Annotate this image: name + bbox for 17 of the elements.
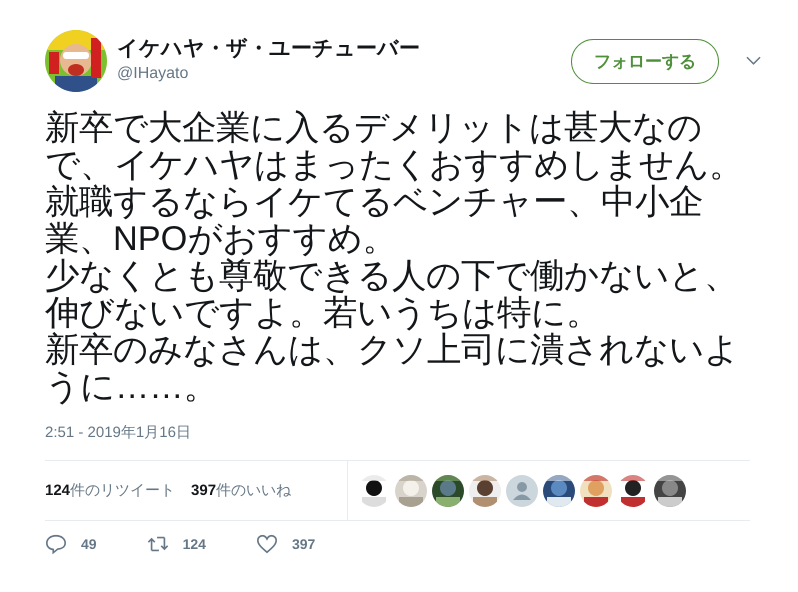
reply-icon[interactable] bbox=[45, 533, 67, 555]
default-avatar-icon[interactable] bbox=[506, 474, 538, 506]
username[interactable]: @IHayato bbox=[117, 62, 188, 86]
chevron-down-icon[interactable] bbox=[746, 56, 761, 66]
heart-icon[interactable] bbox=[256, 533, 278, 555]
stat-link[interactable]: 397件のいいね bbox=[191, 481, 292, 500]
follow-button[interactable]: フォローする bbox=[571, 38, 719, 84]
tweet-text: 新卒で大企業に入るデメリットは甚大なので、イケハヤはまったくおすすめしません。 bbox=[45, 110, 744, 184]
action-count: 49 bbox=[81, 536, 97, 552]
display-name[interactable]: イケハヤ・ザ・ユーチューバー bbox=[117, 36, 420, 62]
timestamp[interactable]: 2:51 - 2019年1月16日 bbox=[45, 423, 191, 443]
tweet-text: 就職するならイケてるベンチャー、中小企業、NPOがおすすめ。 bbox=[45, 184, 704, 258]
action-count: 397 bbox=[292, 536, 316, 552]
stat-link[interactable]: 124件のリツイート bbox=[45, 481, 176, 500]
tweet-text: 新卒のみなさんは、クソ上司に潰されないように……。 bbox=[45, 332, 740, 406]
tweet-text: 少なくとも尊敬できる人の下で働かないと、伸びないですよ。若いうちは特に。 bbox=[45, 258, 739, 332]
action-count: 124 bbox=[182, 536, 206, 552]
